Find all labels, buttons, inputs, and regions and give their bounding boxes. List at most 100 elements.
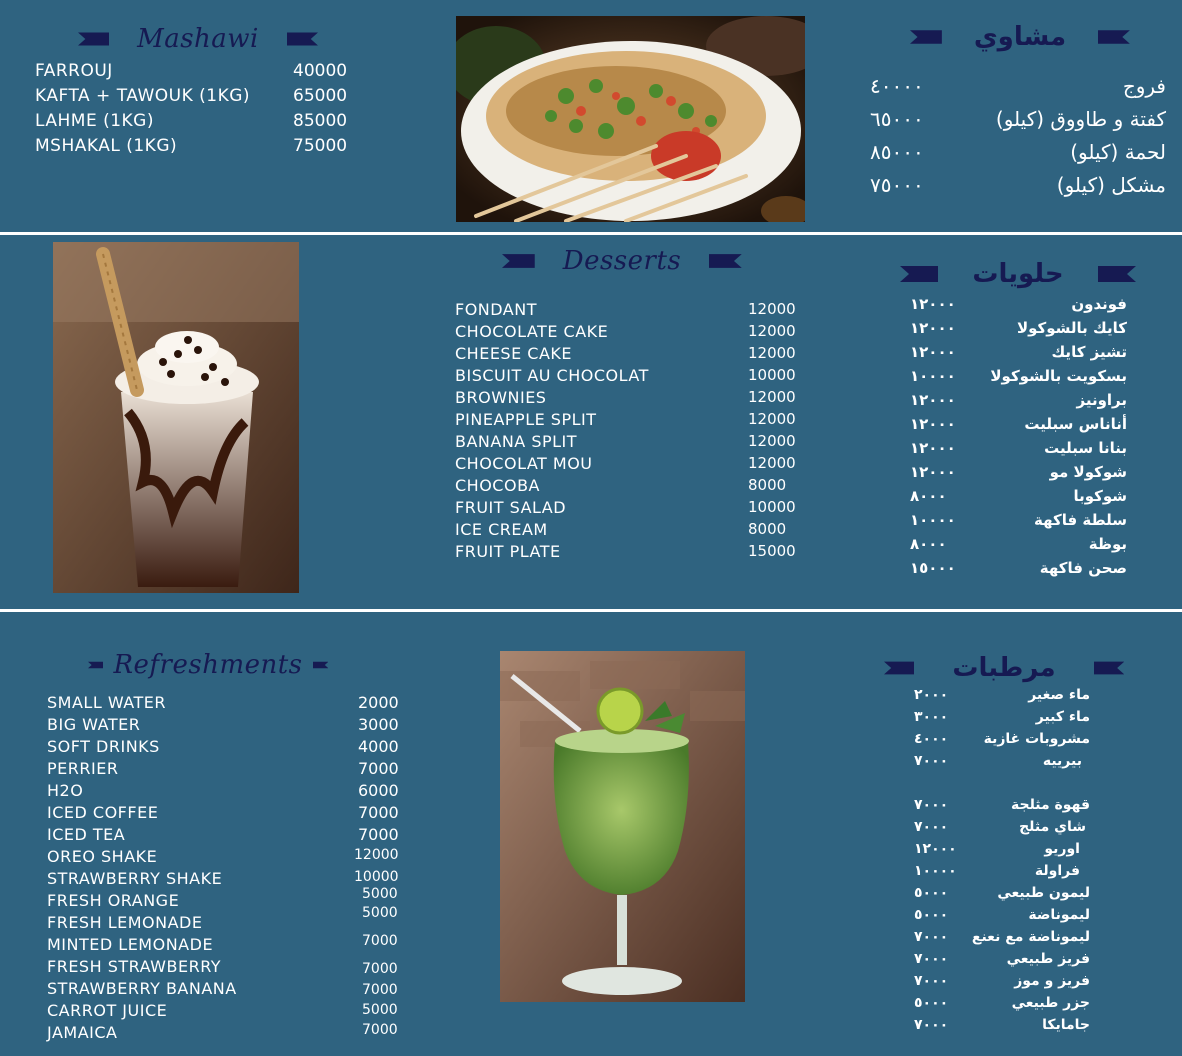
list-item: شاي مثلج ٧٠٠٠	[910, 819, 1090, 841]
item-name: LAHME (1KG)	[35, 111, 154, 131]
item-price: 2000	[358, 693, 399, 712]
list-item: براونيز ١٢٠٠٠	[905, 391, 1127, 415]
item-name: قهوة مثلجة	[1010, 797, 1090, 813]
item-name: فريز و موز	[1014, 973, 1090, 989]
list-item: FRESH STRAWBERRY 7000	[47, 957, 407, 979]
list-item: اوريو ١٢٠٠٠	[910, 841, 1090, 863]
item-price: 65000	[293, 86, 348, 106]
mashawi-photo	[456, 16, 805, 222]
list-item: PINEAPPLE SPLIT 12000	[455, 410, 796, 432]
item-price: ٧٠٠٠	[914, 819, 949, 835]
section-title: Refreshments	[113, 650, 303, 680]
item-price: 6000	[358, 781, 399, 800]
list-item: فريز طبيعي ٧٠٠٠	[910, 951, 1090, 973]
refreshments-list-en: SMALL WATER 2000 BIG WATER 3000 SOFT DRINK…	[47, 693, 407, 1045]
item-price: 12000	[748, 454, 796, 472]
item-name: MINTED LEMONADE	[47, 935, 214, 954]
item-price: ٢٠٠٠	[914, 687, 949, 703]
refreshment-photo	[500, 651, 745, 1002]
section-title: Desserts	[562, 246, 682, 276]
item-price: ١٢٠٠٠	[910, 463, 956, 481]
list-item: PERRIER 7000	[47, 759, 407, 781]
mashawi-list-en: FARROUJ 40000 KAFTA + TAWOUK (1KG) 65000 L…	[35, 61, 355, 161]
item-name: BANANA SPLIT	[455, 432, 578, 451]
list-item: جامايكا ٧٠٠٠	[910, 1017, 1090, 1039]
item-price: ٨٠٠٠	[910, 487, 947, 505]
section-title-ar: حلويات	[972, 259, 1064, 289]
item-name: STRAWBERRY SHAKE	[47, 869, 223, 888]
item-name: ICED TEA	[47, 825, 126, 844]
ribbon-right-icon	[1097, 266, 1136, 282]
section-title-ar: مشاوي	[973, 22, 1067, 52]
item-price: ٦٥٠٠٠	[870, 107, 924, 131]
item-price: ٧٠٠٠	[914, 929, 949, 945]
item-name: FRESH LEMONADE	[47, 913, 203, 932]
item-name: CHOCOLAT MOU	[455, 454, 593, 473]
section-title-ar: مرطبات	[952, 653, 1056, 683]
item-price: 12000	[748, 322, 796, 340]
item-price: ١٢٠٠٠	[914, 841, 957, 857]
item-price: 7000	[362, 933, 398, 949]
item-name: OREO SHAKE	[47, 847, 158, 866]
list-item: بوظة ٨٠٠٠	[905, 535, 1127, 559]
section-divider	[0, 609, 1182, 612]
item-name: جزر طبيعي	[1011, 995, 1090, 1011]
item-name: فوندون	[1071, 295, 1127, 313]
list-item: CHOCOLAT MOU 12000	[455, 454, 796, 476]
ribbon-left-icon	[900, 266, 939, 282]
list-item: بسكويت بالشوكولا ١٠٠٠٠	[905, 367, 1127, 391]
item-name: فروج	[1122, 74, 1166, 98]
item-name: ICED COFFEE	[47, 803, 159, 822]
list-item: قهوة مثلجة ٧٠٠٠	[910, 797, 1090, 819]
item-price: ٣٠٠٠	[914, 709, 949, 725]
desserts-list-ar: فوندون ١٢٠٠٠ كايك بالشوكولا ١٢٠٠٠ تشيز كاي…	[905, 295, 1127, 583]
item-price: 10000	[748, 366, 796, 384]
mashawi-list-ar: فروج ٤٠٠٠٠ كفتة و طاووق (كيلو) ٦٥٠٠٠ لحمة …	[860, 74, 1166, 206]
item-price: 5000	[362, 886, 398, 902]
item-name: كفتة و طاووق (كيلو)	[995, 107, 1166, 131]
item-price: ٥٠٠٠	[914, 907, 949, 923]
item-name: FONDANT	[455, 300, 537, 319]
item-price: 10000	[354, 869, 399, 885]
list-item: ICED COFFEE 7000	[47, 803, 407, 825]
item-price: 4000	[358, 737, 399, 756]
list-item: ليموناضة مع نعنع ٧٠٠٠	[910, 929, 1090, 951]
item-name: ماء صغير	[1028, 687, 1090, 703]
item-name: سلطة فاكهة	[1034, 511, 1127, 529]
item-name: JAMAICA	[47, 1023, 118, 1042]
list-item: بيرييه ٧٠٠٠	[910, 753, 1090, 797]
list-item: كايك بالشوكولا ١٢٠٠٠	[905, 319, 1127, 343]
list-item: أناناس سبليت ١٢٠٠٠	[905, 415, 1127, 439]
list-item: OREO SHAKE 12000	[47, 847, 407, 869]
item-price: ١٢٠٠٠	[910, 295, 956, 313]
mashawi-heading-en: Mashawi	[78, 24, 318, 54]
item-price: ١٢٠٠٠	[910, 343, 956, 361]
item-price: 5000	[362, 1002, 398, 1018]
item-price: 40000	[293, 61, 348, 81]
list-item: مشروبات غازية ٤٠٠٠	[910, 731, 1090, 753]
grilled-flatbread-image	[456, 16, 805, 222]
milkshake-image	[53, 242, 299, 593]
item-price: ٧٠٠٠	[914, 973, 949, 989]
desserts-heading-ar: حلويات	[898, 259, 1138, 289]
list-item: STRAWBERRY SHAKE 10000	[47, 869, 407, 891]
list-item: فراولة ١٠٠٠٠	[910, 863, 1090, 885]
list-item: جزر طبيعي ٥٠٠٠	[910, 995, 1090, 1017]
item-price: 7000	[362, 961, 398, 977]
ribbon-right-icon	[709, 254, 742, 268]
item-name: PINEAPPLE SPLIT	[455, 410, 597, 429]
item-price: 7000	[358, 803, 399, 822]
item-name: H2O	[47, 781, 84, 800]
list-item: SOFT DRINKS 4000	[47, 737, 407, 759]
list-item: مشكل (كيلو) ٧٥٠٠٠	[860, 173, 1166, 206]
list-item: FARROUJ 40000	[35, 61, 355, 86]
item-price: 5000	[362, 905, 398, 921]
item-name: CARROT JUICE	[47, 1001, 168, 1020]
item-price: ٤٠٠٠٠	[870, 74, 924, 98]
ribbon-left-icon	[910, 30, 942, 44]
item-name: STRAWBERRY BANANA	[47, 979, 237, 998]
list-item: FONDANT 12000	[455, 300, 796, 322]
list-item: شوكوبا ٨٠٠٠	[905, 487, 1127, 511]
item-name: بيرييه	[1042, 753, 1082, 769]
list-item: ليمون طبيعي ٥٠٠٠	[910, 885, 1090, 907]
